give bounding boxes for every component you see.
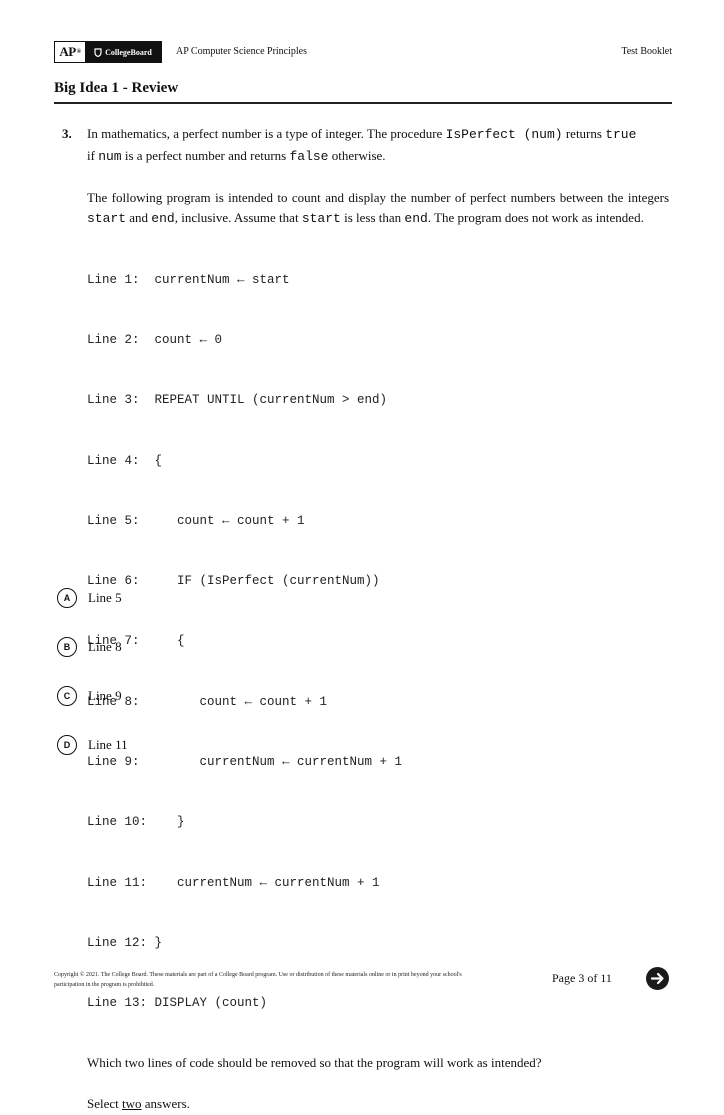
ap-logo-text: AP (59, 44, 76, 59)
answer-instruction: Select two answers. (87, 1094, 669, 1115)
code-block: Line 1: currentNum ← start Line 2: count… (87, 230, 669, 1054)
section-title: Big Idea 1 - Review (54, 80, 179, 96)
choice-d[interactable]: D Line 11 (57, 735, 128, 755)
instruction-text: Select (87, 1096, 123, 1112)
code-line: Line 7: { (87, 634, 185, 649)
para-text: , inclusive. Assume that (174, 210, 302, 225)
choice-label-b[interactable]: Line 8 (88, 639, 122, 655)
choice-b[interactable]: B Line 8 (57, 637, 122, 657)
header-divider (54, 102, 672, 104)
next-page-button[interactable] (646, 967, 669, 990)
para-text: . The program does not work as intended. (427, 210, 644, 225)
para-text: and (126, 210, 152, 225)
booklet-label: Test Booklet (621, 46, 672, 57)
code-line: Line 6: IF (IsPerfect (currentNum)) (87, 574, 380, 589)
code-end: end (404, 211, 428, 226)
choice-label-a[interactable]: Line 5 (88, 590, 122, 606)
question-paragraph: The following program is intended to cou… (87, 188, 669, 230)
code-false: false (289, 148, 329, 164)
choice-bubble-b[interactable]: B (57, 637, 77, 657)
collegeboard-logo-text: CollegeBoard (105, 47, 152, 57)
page-indicator: Page 3 of 11 (552, 971, 612, 985)
code-line: Line 1: currentNum ← start (87, 272, 290, 287)
code-line: Line 11: currentNum ← currentNum + 1 (87, 875, 380, 890)
code-isperfect: IsPerfect (num) (445, 127, 563, 142)
arrow-right-circle-icon (650, 972, 664, 985)
code-line: Line 4: { (87, 453, 163, 468)
para-text: The following program is intended to cou… (87, 189, 669, 205)
intro-text: if (87, 147, 99, 163)
code-num: num (98, 148, 122, 164)
choice-c[interactable]: C Line 9 (57, 686, 122, 706)
course-title: AP Computer Science Principles (176, 46, 307, 57)
code-start: start (87, 211, 127, 226)
intro-text: otherwise. (328, 147, 386, 163)
question-prompt: Which two lines of code should be remove… (87, 1055, 542, 1071)
code-end: end (151, 211, 175, 226)
ap-logo: AP ® (55, 42, 85, 62)
choice-bubble-c[interactable]: C (57, 686, 77, 706)
question-body: In mathematics, a perfect number is a ty… (87, 124, 669, 1115)
choice-bubble-a[interactable]: A (57, 588, 77, 608)
collegeboard-logo: CollegeBoard (85, 42, 161, 62)
code-line: Line 9: currentNum ← currentNum + 1 (87, 754, 403, 769)
ap-logo-mark: ® (76, 49, 81, 55)
code-line: Line 5: count ← count + 1 (87, 513, 305, 528)
copyright-notice: Copyright © 2021. The College Board. The… (54, 972, 462, 988)
question-number: 3. (62, 126, 72, 141)
code-line: Line 10: } (87, 815, 185, 830)
intro-text: is a perfect number and returns (121, 147, 290, 163)
code-line: Line 8: count ← count + 1 (87, 694, 328, 709)
para-text: is less than (340, 210, 405, 225)
acorn-shield-icon (94, 47, 102, 57)
page-header: AP ® CollegeBoard AP Computer Science Pri… (54, 41, 672, 63)
code-start: start (301, 211, 341, 226)
intro-text: In mathematics, a perfect number is a ty… (87, 126, 446, 141)
choice-label-c[interactable]: Line 9 (88, 688, 122, 704)
instruction-text: answers. (141, 1096, 190, 1112)
code-line: Line 2: count ← 0 (87, 332, 223, 347)
instruction-emphasis: two (122, 1096, 142, 1112)
code-true: true (605, 127, 637, 142)
ap-collegeboard-logo: AP ® CollegeBoard (54, 41, 162, 63)
intro-text: returns (562, 126, 606, 141)
choice-bubble-d[interactable]: D (57, 735, 77, 755)
code-line: Line 12: } (87, 935, 163, 950)
code-line: Line 3: REPEAT UNTIL (currentNum > end) (87, 393, 388, 408)
code-line: Line 13: DISPLAY (count) (87, 996, 268, 1011)
question-intro: In mathematics, a perfect number is a ty… (87, 124, 669, 167)
choice-a[interactable]: A Line 5 (57, 588, 122, 608)
choice-label-d[interactable]: Line 11 (88, 737, 128, 753)
